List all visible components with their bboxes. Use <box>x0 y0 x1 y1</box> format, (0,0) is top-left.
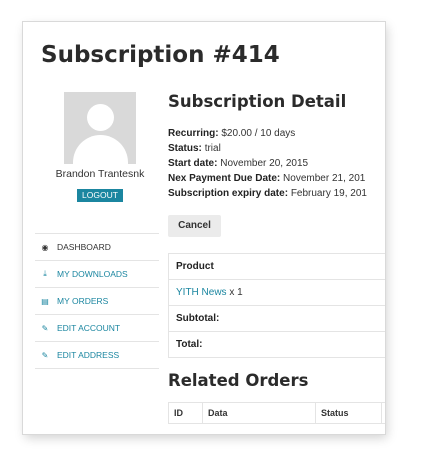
table-row: YITH News x 1 <box>169 280 385 306</box>
logout-button[interactable]: LOGOUT <box>77 189 123 202</box>
start-date-label: Start date: <box>168 158 218 169</box>
recurring-row: Recurring: $20.00 / 10 days <box>168 126 367 141</box>
nav-item-label: EDIT ADDRESS <box>57 350 120 360</box>
nav-item-edit-address[interactable]: ✎ EDIT ADDRESS <box>35 341 159 368</box>
recurring-label: Recurring: <box>168 128 219 139</box>
total-label: Total: <box>176 339 203 350</box>
expiry-date-label: Subscription expiry date: <box>168 188 289 199</box>
nav-item-label: EDIT ACCOUNT <box>57 323 121 333</box>
account-page: Subscription #414 Brandon Trantesnk LOGO… <box>23 22 385 434</box>
edit-icon: ✎ <box>41 323 49 333</box>
next-payment-value: November 21, 201 <box>283 173 366 184</box>
product-link[interactable]: YITH News <box>176 287 227 298</box>
expiry-date-value: February 19, 201 <box>290 188 367 199</box>
nav-item-label: DASHBOARD <box>57 242 111 252</box>
page-title: Subscription #414 <box>41 42 280 68</box>
nav-item-label: MY ORDERS <box>57 296 109 306</box>
file-icon: ▤ <box>41 296 49 306</box>
related-orders-heading: Related Orders <box>168 371 309 390</box>
table-header-row: Product <box>169 254 385 280</box>
related-orders-table: ID Data Status <box>168 402 385 424</box>
subscription-detail-heading: Subscription Detail <box>168 92 347 111</box>
total-row: Total: <box>169 332 385 358</box>
recurring-value: $20.00 / 10 days <box>221 128 296 139</box>
nav-item-my-orders[interactable]: ▤ MY ORDERS <box>35 287 159 314</box>
expiry-date-row: Subscription expiry date: February 19, 2… <box>168 186 367 201</box>
nav-item-dashboard[interactable]: ◉ DASHBOARD <box>35 233 159 260</box>
edit-icon: ✎ <box>41 350 49 360</box>
avatar <box>64 92 136 164</box>
avatar-body-shape <box>73 135 128 164</box>
start-date-value: November 20, 2015 <box>220 158 309 169</box>
account-nav: ◉ DASHBOARD ⤓ MY DOWNLOADS ▤ MY ORDERS ✎… <box>35 233 159 369</box>
status-value: trial <box>204 143 221 154</box>
download-icon: ⤓ <box>43 269 47 278</box>
next-payment-row: Nex Payment Due Date: November 21, 201 <box>168 171 367 186</box>
product-quantity: x 1 <box>229 287 243 298</box>
product-table: Product YITH News x 1 Subtotal: Total: <box>168 253 385 358</box>
divider <box>35 368 159 369</box>
start-date-row: Start date: November 20, 2015 <box>168 156 367 171</box>
product-header: Product <box>176 261 214 272</box>
user-name: Brandon Trantesnk <box>55 168 145 180</box>
nav-item-edit-account[interactable]: ✎ EDIT ACCOUNT <box>35 314 159 341</box>
status-label: Status: <box>168 143 202 154</box>
status-row: Status: trial <box>168 141 367 156</box>
dashboard-icon: ◉ <box>41 242 49 252</box>
avatar-head-shape <box>87 104 114 131</box>
table-header-row: ID Data Status <box>169 403 385 424</box>
cancel-subscription-button[interactable]: Cancel <box>168 215 221 237</box>
column-header-status: Status <box>316 403 382 423</box>
next-payment-label: Nex Payment Due Date: <box>168 173 281 184</box>
subtotal-label: Subtotal: <box>176 313 220 324</box>
nav-item-label: MY DOWNLOADS <box>57 269 128 279</box>
subtotal-row: Subtotal: <box>169 306 385 332</box>
nav-item-my-downloads[interactable]: ⤓ MY DOWNLOADS <box>35 260 159 287</box>
column-header-id: ID <box>169 403 203 423</box>
column-header-data: Data <box>203 403 316 423</box>
subscription-details: Recurring: $20.00 / 10 days Status: tria… <box>168 126 367 201</box>
